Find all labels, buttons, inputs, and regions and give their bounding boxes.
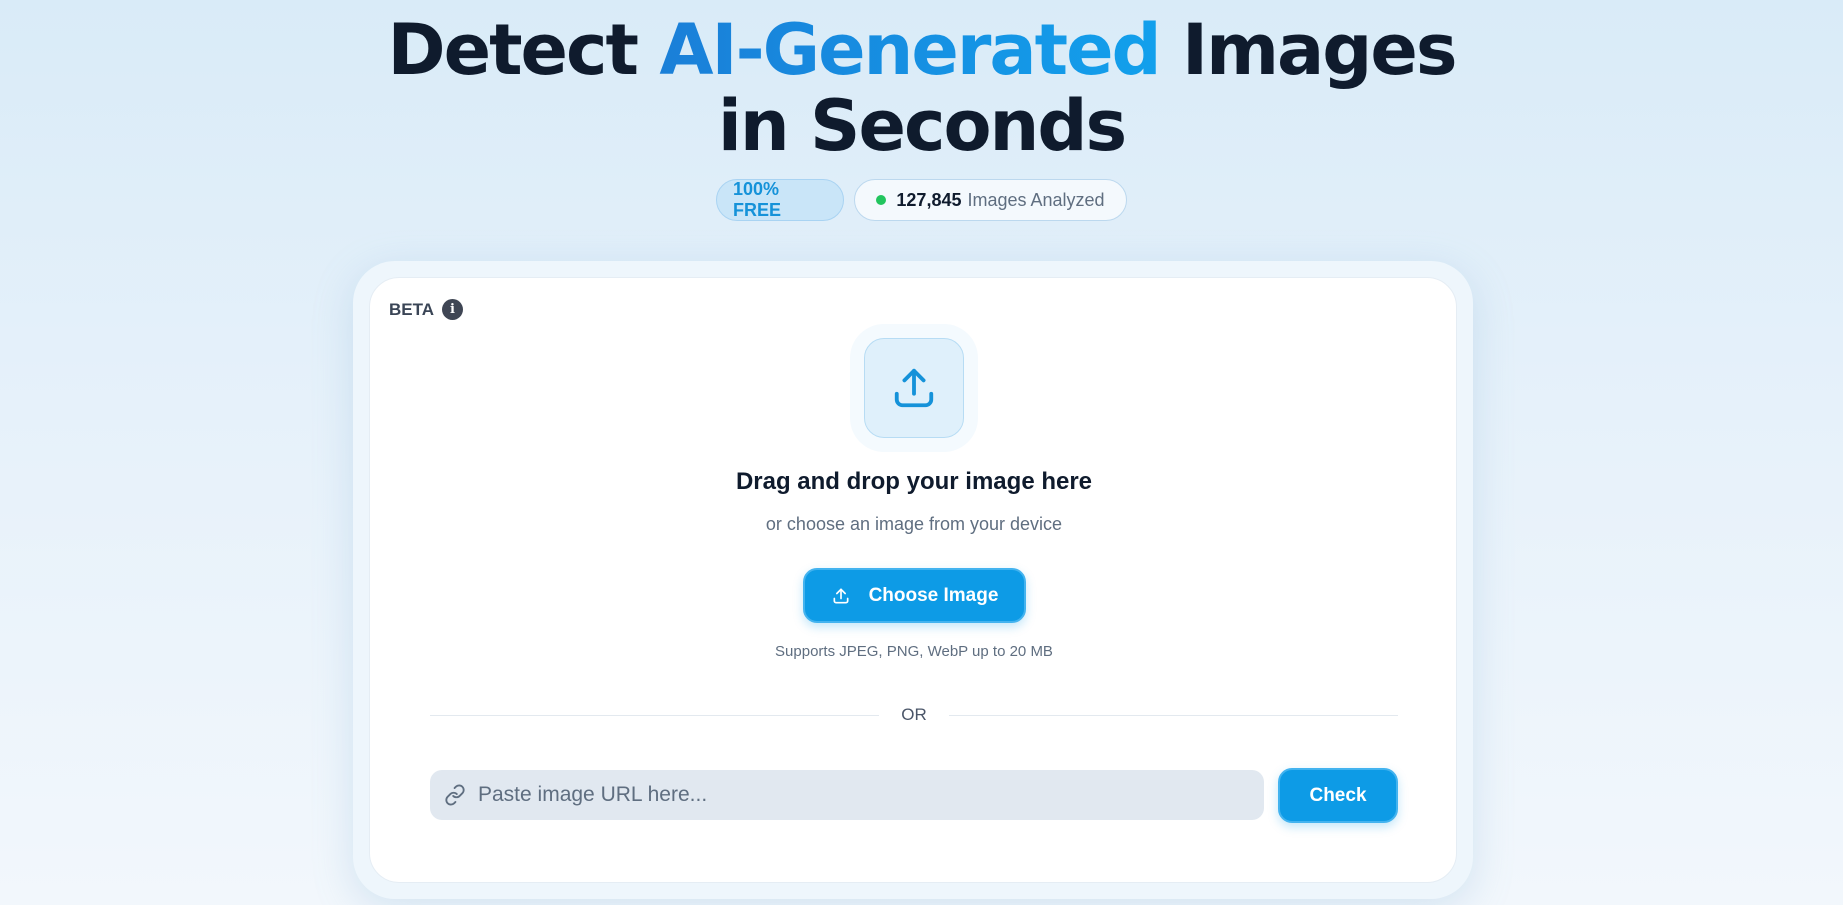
- choose-image-label: Choose Image: [868, 584, 999, 606]
- beta-label-group: BETA i: [389, 299, 464, 320]
- free-badge: 100% FREE: [716, 179, 844, 221]
- dropzone-title: Drag and drop your image here: [735, 468, 1093, 495]
- images-analyzed-label: Images Analyzed: [967, 189, 1105, 210]
- images-analyzed-badge: 127,845 Images Analyzed: [854, 179, 1127, 221]
- status-dot-icon: [876, 195, 887, 205]
- hero-title-accent: AI-Generated: [659, 9, 1161, 91]
- url-field[interactable]: [430, 770, 1264, 820]
- upload-icon: [894, 368, 934, 408]
- divider-line-left: [430, 714, 880, 716]
- badges-row: 100% FREE 127,845 Images Analyzed: [0, 179, 1843, 221]
- dropzone-upload-icon-box[interactable]: [864, 338, 964, 438]
- url-input[interactable]: [478, 783, 1238, 807]
- hero-title-line2: in Seconds: [717, 85, 1127, 167]
- supported-formats-text: Supports JPEG, PNG, WebP up to 20 MB: [775, 643, 1053, 660]
- detector-card: BETA i Drag and drop your image here or …: [369, 277, 1457, 883]
- images-analyzed-count: 127,845: [896, 189, 962, 210]
- dropzone-subtitle: or choose an image from your device: [765, 514, 1063, 534]
- hero-title-part2: Images: [1159, 9, 1457, 91]
- or-divider: OR: [430, 705, 1398, 725]
- hero-title: Detect AI-Generated Images in Seconds: [0, 12, 1843, 164]
- upload-small-icon: [833, 588, 849, 603]
- hero-title-part1: Detect: [387, 9, 660, 91]
- beta-label: BETA: [389, 299, 435, 319]
- info-icon[interactable]: i: [442, 299, 464, 320]
- detector-card-frame: BETA i Drag and drop your image here or …: [353, 261, 1473, 899]
- divider-line-right: [948, 714, 1398, 716]
- link-icon: [445, 784, 465, 806]
- or-label: OR: [901, 705, 927, 724]
- choose-image-button[interactable]: Choose Image: [803, 568, 1026, 623]
- check-button[interactable]: Check: [1278, 768, 1398, 823]
